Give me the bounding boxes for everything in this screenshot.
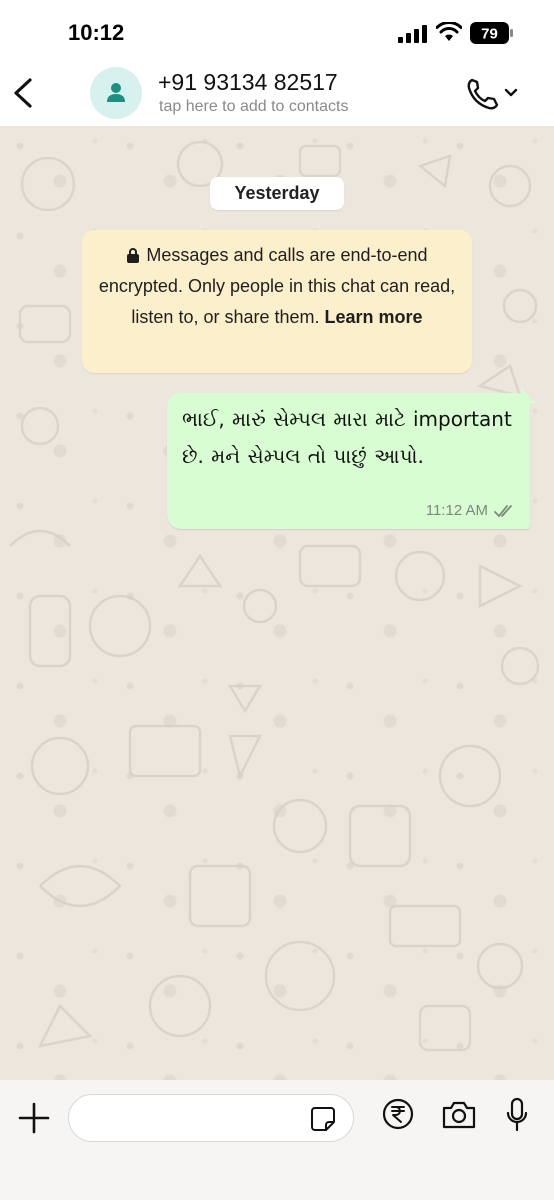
wifi-icon [436,22,462,41]
avatar[interactable] [90,67,142,119]
message-time: 11:12 AM [425,502,488,519]
chevron-down-icon [504,88,518,97]
double-tick-icon [494,504,512,517]
back-icon[interactable] [10,76,36,110]
message-input[interactable] [68,1094,354,1142]
input-bar [0,1080,554,1200]
person-icon [107,83,125,102]
battery-icon: 79 [470,22,513,44]
chat-area: Yesterday Messages and calls are end-to-… [0,126,554,1080]
plus-icon[interactable] [16,1100,52,1136]
sticker-icon[interactable] [310,1106,336,1132]
encryption-notice[interactable]: Messages and calls are end-to-end encryp… [82,230,472,373]
contact-name[interactable]: +91 93134 82517 [158,69,338,96]
outgoing-message-bubble[interactable]: ભાઈ, મારું સેમ્પલ મારા માટે important છે… [167,393,530,529]
mic-icon[interactable] [506,1097,528,1133]
camera-icon[interactable] [441,1100,477,1130]
signal-icon [398,25,427,43]
chat-header: +91 93134 82517 tap here to add to conta… [0,62,554,127]
date-separator: Yesterday [210,177,344,210]
status-bar: 10:12 79 [0,0,554,62]
phone-icon[interactable] [466,76,522,110]
rupee-icon[interactable] [382,1098,414,1130]
bubble-tail [521,385,537,403]
lock-icon [127,248,140,263]
message-text: ભાઈ, મારું સેમ્પલ મારા માટે important છે… [182,407,512,468]
battery-level: 79 [481,26,498,43]
message-meta: 11:12 AM [426,502,516,519]
status-time: 10:12 [68,20,125,45]
contact-subtitle[interactable]: tap here to add to contacts [159,98,348,116]
learn-more-link[interactable]: Learn more [325,307,423,327]
